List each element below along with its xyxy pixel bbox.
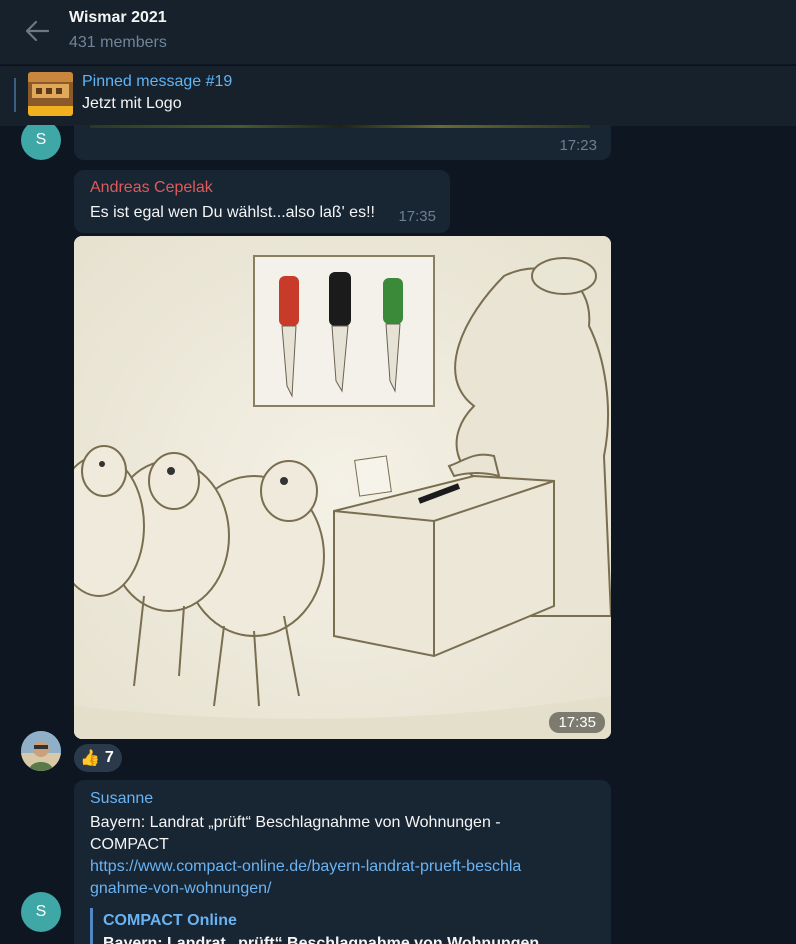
message-bubble[interactable]: Andreas Cepelak Es ist egal wen Du wähls… [74,170,450,233]
image-time: 17:35 [549,712,605,733]
message-time: 17:23 [559,137,597,154]
chat-title[interactable]: Wismar 2021 [69,9,167,27]
back-arrow-icon[interactable] [18,14,58,48]
pinned-text: Jetzt mit Logo [82,95,182,112]
avatar[interactable]: S [21,892,61,932]
pinned-message-bar[interactable]: Pinned message #19 Jetzt mit Logo [0,65,796,126]
avatar-letter: S [35,903,47,920]
message-link[interactable]: https://www.compact-online.de/bayern-lan… [90,856,530,900]
reaction-chip[interactable]: 👍 7 [74,744,122,772]
avatar-letter: S [35,131,47,148]
image-message[interactable]: 17:35 [74,236,611,739]
preview-title: Bayern: Landrat „prüft“ Beschlagnahme vo… [103,935,540,944]
message-time: 17:35 [398,208,436,225]
cartoon-image [74,236,611,739]
message-text: Es ist egal wen Du wählst...also laß' es… [90,204,375,221]
reaction-count: 7 [104,749,114,766]
pinned-indicator [14,78,16,112]
preview-site: COMPACT Online [103,912,237,929]
pinned-title: Pinned message #19 [82,73,233,90]
avatar[interactable]: S [21,125,61,160]
member-count[interactable]: 431 members [69,34,167,52]
link-preview[interactable]: COMPACT Online Bayern: Landrat „prüft“ B… [90,908,593,944]
sender-name[interactable]: Susanne [90,790,153,808]
sender-name[interactable]: Andreas Cepelak [90,179,213,197]
thumbs-up-icon: 👍 [80,750,100,767]
chat-header: Wismar 2021 431 members [0,0,796,64]
message-bubble[interactable]: Susanne Bayern: Landrat „prüft“ Beschlag… [74,780,611,944]
image-strip [90,125,590,128]
avatar[interactable] [21,731,61,771]
message-bubble[interactable]: 17:23 [74,125,611,160]
pinned-thumbnail [28,72,73,116]
message-text: Bayern: Landrat „prüft“ Beschlagnahme vo… [90,814,501,853]
message-list[interactable]: 17:23 S Andreas Cepelak Es ist egal wen … [0,125,796,944]
